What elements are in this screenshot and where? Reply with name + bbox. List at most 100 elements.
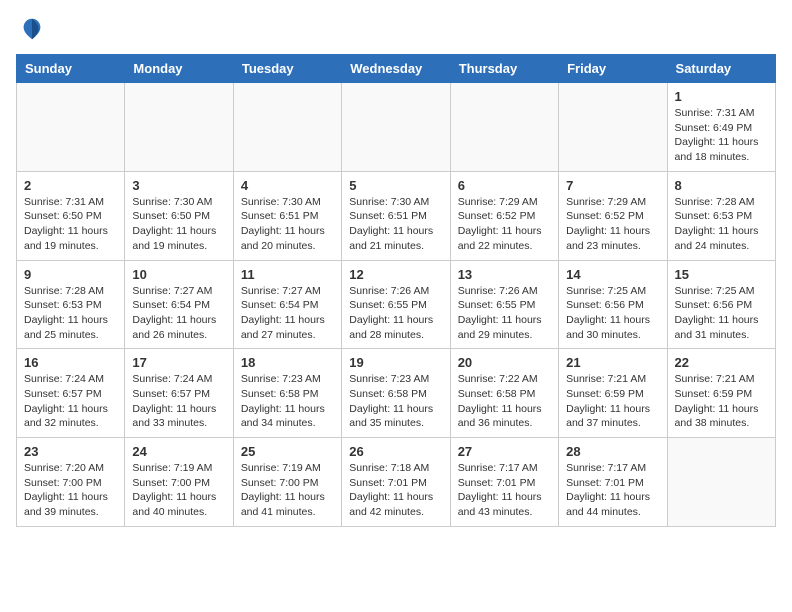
- calendar-day-13: 13 Sunrise: 7:26 AMSunset: 6:55 PMDayligh…: [450, 260, 558, 349]
- day-info: Sunrise: 7:25 AMSunset: 6:56 PMDaylight:…: [566, 284, 659, 343]
- day-info: Sunrise: 7:17 AMSunset: 7:01 PMDaylight:…: [566, 461, 659, 520]
- weekday-header-saturday: Saturday: [667, 55, 775, 83]
- calendar-table: SundayMondayTuesdayWednesdayThursdayFrid…: [16, 54, 776, 527]
- day-info: Sunrise: 7:26 AMSunset: 6:55 PMDaylight:…: [458, 284, 551, 343]
- day-number: 21: [566, 355, 659, 370]
- calendar-week-4: 16 Sunrise: 7:24 AMSunset: 6:57 PMDayligh…: [17, 349, 776, 438]
- day-info: Sunrise: 7:27 AMSunset: 6:54 PMDaylight:…: [132, 284, 225, 343]
- calendar-day-14: 14 Sunrise: 7:25 AMSunset: 6:56 PMDayligh…: [559, 260, 667, 349]
- calendar-day-6: 6 Sunrise: 7:29 AMSunset: 6:52 PMDaylight…: [450, 171, 558, 260]
- calendar-day-3: 3 Sunrise: 7:30 AMSunset: 6:50 PMDaylight…: [125, 171, 233, 260]
- day-info: Sunrise: 7:30 AMSunset: 6:51 PMDaylight:…: [349, 195, 442, 254]
- calendar-day-empty: [342, 83, 450, 172]
- day-number: 16: [24, 355, 117, 370]
- day-number: 5: [349, 178, 442, 193]
- day-number: 14: [566, 267, 659, 282]
- calendar-day-11: 11 Sunrise: 7:27 AMSunset: 6:54 PMDayligh…: [233, 260, 341, 349]
- day-info: Sunrise: 7:23 AMSunset: 6:58 PMDaylight:…: [349, 372, 442, 431]
- calendar-day-17: 17Sunrise: 7:24 AMSunset: 6:57 PMDayligh…: [125, 349, 233, 438]
- page-header: [16, 16, 776, 44]
- day-number: 24: [132, 444, 225, 459]
- calendar-day-4: 4 Sunrise: 7:30 AMSunset: 6:51 PMDaylight…: [233, 171, 341, 260]
- day-info: Sunrise: 7:21 AMSunset: 6:59 PMDaylight:…: [675, 372, 768, 431]
- logo-icon: [18, 16, 46, 44]
- calendar-day-7: 7Sunrise: 7:29 AMSunset: 6:52 PMDaylight…: [559, 171, 667, 260]
- calendar-day-2: 2Sunrise: 7:31 AMSunset: 6:50 PMDaylight…: [17, 171, 125, 260]
- calendar-week-3: 9Sunrise: 7:28 AMSunset: 6:53 PMDaylight…: [17, 260, 776, 349]
- calendar-week-2: 2Sunrise: 7:31 AMSunset: 6:50 PMDaylight…: [17, 171, 776, 260]
- calendar-day-26: 26 Sunrise: 7:18 AMSunset: 7:01 PMDayligh…: [342, 438, 450, 527]
- day-number: 22: [675, 355, 768, 370]
- calendar-day-5: 5 Sunrise: 7:30 AMSunset: 6:51 PMDaylight…: [342, 171, 450, 260]
- calendar-day-23: 23Sunrise: 7:20 AMSunset: 7:00 PMDayligh…: [17, 438, 125, 527]
- weekday-header-tuesday: Tuesday: [233, 55, 341, 83]
- day-info: Sunrise: 7:29 AMSunset: 6:52 PMDaylight:…: [458, 195, 551, 254]
- weekday-header-thursday: Thursday: [450, 55, 558, 83]
- day-number: 20: [458, 355, 551, 370]
- calendar-week-1: 1 Sunrise: 7:31 AMSunset: 6:49 PMDaylight…: [17, 83, 776, 172]
- day-info: Sunrise: 7:19 AMSunset: 7:00 PMDaylight:…: [132, 461, 225, 520]
- weekday-header-monday: Monday: [125, 55, 233, 83]
- calendar-day-25: 25 Sunrise: 7:19 AMSunset: 7:00 PMDayligh…: [233, 438, 341, 527]
- day-number: 18: [241, 355, 334, 370]
- calendar-day-24: 24 Sunrise: 7:19 AMSunset: 7:00 PMDayligh…: [125, 438, 233, 527]
- day-number: 28: [566, 444, 659, 459]
- day-info: Sunrise: 7:20 AMSunset: 7:00 PMDaylight:…: [24, 461, 117, 520]
- calendar-day-empty: [125, 83, 233, 172]
- day-info: Sunrise: 7:17 AMSunset: 7:01 PMDaylight:…: [458, 461, 551, 520]
- calendar-day-empty: [17, 83, 125, 172]
- day-info: Sunrise: 7:24 AMSunset: 6:57 PMDaylight:…: [24, 372, 117, 431]
- day-number: 4: [241, 178, 334, 193]
- day-number: 13: [458, 267, 551, 282]
- day-number: 11: [241, 267, 334, 282]
- day-number: 17: [132, 355, 225, 370]
- calendar-day-empty: [233, 83, 341, 172]
- day-number: 10: [132, 267, 225, 282]
- day-number: 2: [24, 178, 117, 193]
- calendar-day-15: 15 Sunrise: 7:25 AMSunset: 6:56 PMDayligh…: [667, 260, 775, 349]
- calendar-day-27: 27 Sunrise: 7:17 AMSunset: 7:01 PMDayligh…: [450, 438, 558, 527]
- calendar-day-12: 12 Sunrise: 7:26 AMSunset: 6:55 PMDayligh…: [342, 260, 450, 349]
- day-info: Sunrise: 7:30 AMSunset: 6:50 PMDaylight:…: [132, 195, 225, 254]
- calendar-day-9: 9Sunrise: 7:28 AMSunset: 6:53 PMDaylight…: [17, 260, 125, 349]
- day-number: 7: [566, 178, 659, 193]
- day-info: Sunrise: 7:30 AMSunset: 6:51 PMDaylight:…: [241, 195, 334, 254]
- weekday-header-wednesday: Wednesday: [342, 55, 450, 83]
- day-number: 25: [241, 444, 334, 459]
- calendar-day-19: 19Sunrise: 7:23 AMSunset: 6:58 PMDayligh…: [342, 349, 450, 438]
- weekday-header-friday: Friday: [559, 55, 667, 83]
- day-info: Sunrise: 7:26 AMSunset: 6:55 PMDaylight:…: [349, 284, 442, 343]
- calendar-week-5: 23Sunrise: 7:20 AMSunset: 7:00 PMDayligh…: [17, 438, 776, 527]
- weekday-header-row: SundayMondayTuesdayWednesdayThursdayFrid…: [17, 55, 776, 83]
- day-number: 3: [132, 178, 225, 193]
- calendar-day-8: 8 Sunrise: 7:28 AMSunset: 6:53 PMDaylight…: [667, 171, 775, 260]
- calendar-day-10: 10 Sunrise: 7:27 AMSunset: 6:54 PMDayligh…: [125, 260, 233, 349]
- day-number: 6: [458, 178, 551, 193]
- day-number: 26: [349, 444, 442, 459]
- calendar-day-empty: [450, 83, 558, 172]
- weekday-header-sunday: Sunday: [17, 55, 125, 83]
- calendar-day-22: 22 Sunrise: 7:21 AMSunset: 6:59 PMDayligh…: [667, 349, 775, 438]
- calendar-day-20: 20Sunrise: 7:22 AMSunset: 6:58 PMDayligh…: [450, 349, 558, 438]
- calendar-day-21: 21 Sunrise: 7:21 AMSunset: 6:59 PMDayligh…: [559, 349, 667, 438]
- day-number: 15: [675, 267, 768, 282]
- calendar-day-18: 18 Sunrise: 7:23 AMSunset: 6:58 PMDayligh…: [233, 349, 341, 438]
- day-info: Sunrise: 7:19 AMSunset: 7:00 PMDaylight:…: [241, 461, 334, 520]
- day-info: Sunrise: 7:27 AMSunset: 6:54 PMDaylight:…: [241, 284, 334, 343]
- day-info: Sunrise: 7:31 AMSunset: 6:49 PMDaylight:…: [675, 106, 768, 165]
- calendar-day-16: 16 Sunrise: 7:24 AMSunset: 6:57 PMDayligh…: [17, 349, 125, 438]
- calendar-day-empty: [667, 438, 775, 527]
- calendar-day-1: 1 Sunrise: 7:31 AMSunset: 6:49 PMDaylight…: [667, 83, 775, 172]
- day-info: Sunrise: 7:25 AMSunset: 6:56 PMDaylight:…: [675, 284, 768, 343]
- day-number: 8: [675, 178, 768, 193]
- day-info: Sunrise: 7:28 AMSunset: 6:53 PMDaylight:…: [24, 284, 117, 343]
- day-info: Sunrise: 7:18 AMSunset: 7:01 PMDaylight:…: [349, 461, 442, 520]
- day-number: 1: [675, 89, 768, 104]
- day-number: 27: [458, 444, 551, 459]
- calendar-day-28: 28 Sunrise: 7:17 AMSunset: 7:01 PMDayligh…: [559, 438, 667, 527]
- day-info: Sunrise: 7:21 AMSunset: 6:59 PMDaylight:…: [566, 372, 659, 431]
- day-number: 12: [349, 267, 442, 282]
- day-info: Sunrise: 7:23 AMSunset: 6:58 PMDaylight:…: [241, 372, 334, 431]
- day-info: Sunrise: 7:28 AMSunset: 6:53 PMDaylight:…: [675, 195, 768, 254]
- logo: [16, 16, 46, 44]
